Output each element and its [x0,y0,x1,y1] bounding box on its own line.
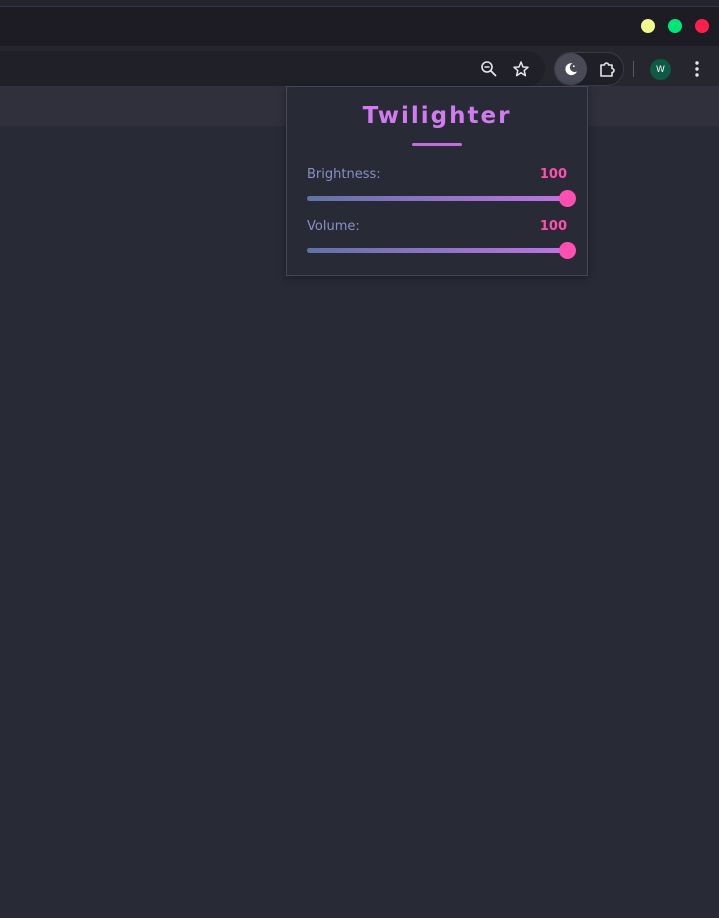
brightness-label: Brightness: [307,167,381,182]
address-bar[interactable] [0,51,545,86]
toolbar-separator [633,61,634,77]
brightness-slider[interactable] [307,190,576,207]
volume-slider[interactable] [307,242,576,259]
zoom-out-icon[interactable] [478,58,500,80]
window-close-button[interactable] [695,19,709,33]
moon-icon[interactable] [561,59,581,79]
profile-avatar[interactable]: W [650,59,671,80]
volume-slider-fill [307,248,567,253]
twilighter-popup: Twilighter Brightness: 100 Volume: 100 [286,86,588,276]
volume-slider-thumb[interactable] [559,242,576,259]
title-underline [412,143,462,146]
brightness-slider-thumb[interactable] [559,190,576,207]
bookmark-star-icon[interactable] [510,58,532,80]
window-minimize-button[interactable] [641,19,655,33]
window-top-strip [0,0,719,7]
window-titlebar [0,7,719,46]
puzzle-icon[interactable] [596,58,618,80]
popup-title: Twilighter [362,103,512,129]
volume-label: Volume: [307,219,360,234]
kebab-menu-icon[interactable] [688,58,706,80]
volume-value: 100 [539,219,567,234]
brightness-value: 100 [539,167,567,182]
brightness-slider-fill [307,196,567,201]
window-maximize-button[interactable] [668,19,682,33]
